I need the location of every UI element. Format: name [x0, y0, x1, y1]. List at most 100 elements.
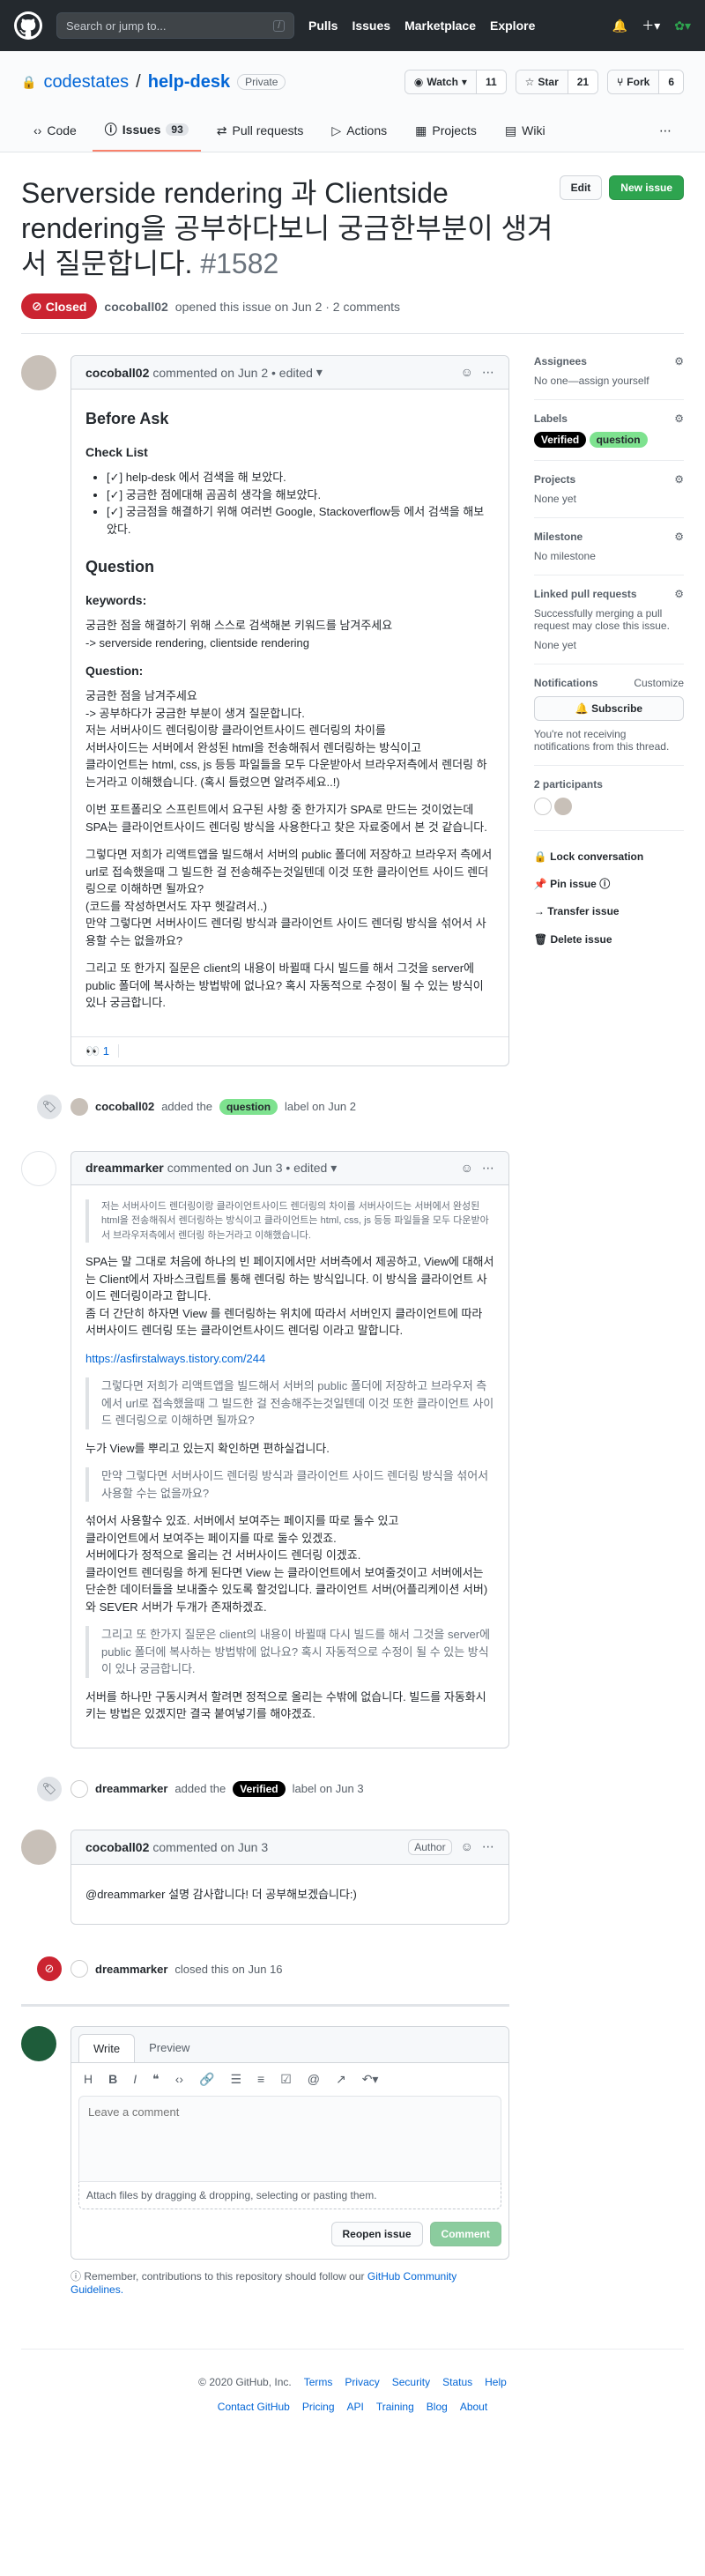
label-verified[interactable]: Verified: [533, 432, 587, 448]
avatar[interactable]: [21, 1829, 56, 1865]
tab-pull-requests[interactable]: ⇄ Pull requests: [204, 109, 316, 152]
fork-count[interactable]: 6: [659, 71, 683, 93]
avatar: [70, 1097, 88, 1116]
new-issue-button[interactable]: New issue: [609, 175, 684, 200]
avatar[interactable]: [21, 2026, 56, 2061]
nav-issues[interactable]: Issues: [352, 19, 390, 33]
reaction-eyes[interactable]: 👀 1: [85, 1043, 120, 1058]
star-button[interactable]: ☆ Star 21: [515, 70, 599, 94]
avatar[interactable]: [554, 798, 573, 815]
search-input[interactable]: Search or jump to... /: [56, 12, 294, 39]
pin-issue[interactable]: 📌 Pin issue ⓘ: [534, 871, 684, 898]
label-question[interactable]: question: [219, 1098, 278, 1115]
event-actor[interactable]: cocoball02: [95, 1100, 154, 1113]
footer-link[interactable]: Security: [392, 2376, 430, 2388]
kebab-icon[interactable]: ⋯: [482, 365, 494, 380]
numbered-list-icon[interactable]: ≡: [257, 2072, 264, 2087]
avatar[interactable]: [533, 798, 552, 815]
reopen-issue-button[interactable]: Reopen issue: [330, 2222, 423, 2246]
issue-author-link[interactable]: cocoball02: [104, 300, 167, 314]
tab-code[interactable]: ‹› Code: [21, 109, 89, 152]
comment-author[interactable]: cocoball02: [85, 1840, 149, 1854]
reference-icon[interactable]: ↗: [336, 2072, 346, 2087]
repo-owner-link[interactable]: codestates: [43, 72, 129, 93]
avatar[interactable]: [21, 355, 56, 390]
repo-name-link[interactable]: help-desk: [148, 72, 230, 93]
footer-link[interactable]: API: [347, 2401, 364, 2413]
footer-link[interactable]: Privacy: [345, 2376, 379, 2388]
assignees-value[interactable]: No one—assign yourself: [534, 375, 684, 387]
link-icon[interactable]: 🔗: [199, 2072, 214, 2087]
event-actor[interactable]: dreammarker: [95, 1782, 167, 1795]
tab-preview[interactable]: Preview: [135, 2034, 204, 2062]
comment-input[interactable]: [88, 2105, 492, 2119]
delete-issue[interactable]: 🗑 Delete issue: [534, 926, 684, 954]
label-question[interactable]: question: [589, 432, 648, 448]
star-count[interactable]: 21: [568, 71, 598, 93]
footer-link[interactable]: About: [460, 2401, 487, 2413]
attach-files[interactable]: Attach files by dragging & dropping, sel…: [78, 2182, 501, 2209]
tab-wiki[interactable]: ▤ Wiki: [493, 109, 558, 152]
fork-label: Fork: [627, 76, 650, 88]
watch-button[interactable]: ◉ Watch ▾ 11: [404, 70, 507, 94]
nav-explore[interactable]: Explore: [490, 19, 535, 33]
footer-link[interactable]: Help: [485, 2376, 507, 2388]
tab-projects[interactable]: ▦ Projects: [403, 109, 489, 152]
reply-icon[interactable]: ↶▾: [362, 2072, 379, 2087]
github-logo-icon[interactable]: [14, 11, 42, 40]
footer-link[interactable]: Status: [442, 2376, 472, 2388]
comment-author[interactable]: cocoball02: [85, 366, 149, 380]
footer-link[interactable]: Blog: [427, 2401, 448, 2413]
code-icon[interactable]: ‹›: [175, 2072, 183, 2087]
tab-actions[interactable]: ▷ Actions: [319, 109, 399, 152]
footer-link[interactable]: Terms: [304, 2376, 333, 2388]
label-event: 🏷 cocoball02 added the question label on…: [21, 1084, 509, 1130]
author-badge: Author: [408, 1838, 452, 1855]
customize-link[interactable]: Customize: [634, 677, 684, 689]
tasklist-icon[interactable]: ☑: [280, 2072, 292, 2087]
issue-meta-text: opened this issue on Jun 2 · 2 comments: [174, 299, 401, 314]
label-verified[interactable]: Verified: [233, 1780, 286, 1797]
comment-textarea[interactable]: [78, 2096, 501, 2182]
timeline-divider: [21, 2004, 509, 2007]
more-icon[interactable]: ⋯: [647, 109, 684, 152]
gear-icon[interactable]: ⚙: [674, 473, 684, 486]
comment-button[interactable]: Comment: [429, 2222, 501, 2246]
mention-icon[interactable]: @: [308, 2072, 320, 2087]
comment-author[interactable]: dreammarker: [85, 1161, 164, 1175]
lock-conversation[interactable]: 🔒 Lock conversation: [534, 843, 684, 871]
bullet-list-icon[interactable]: ☰: [230, 2072, 241, 2087]
fork-button[interactable]: ⑂ Fork 6: [607, 70, 684, 94]
avatar[interactable]: ✿▾: [674, 19, 691, 33]
smiley-icon[interactable]: ☺: [461, 1161, 473, 1176]
event-actor[interactable]: dreammarker: [95, 1963, 167, 1976]
reference-link[interactable]: https://asfirstalways.tistory.com/244: [85, 1352, 265, 1365]
plus-icon[interactable]: ＋▾: [642, 17, 660, 34]
transfer-issue[interactable]: → Transfer issue: [534, 898, 684, 925]
smiley-icon[interactable]: ☺: [461, 1839, 473, 1855]
gear-icon[interactable]: ⚙: [674, 412, 684, 425]
footer-link[interactable]: Contact GitHub: [218, 2401, 290, 2413]
kebab-icon[interactable]: ⋯: [482, 1161, 494, 1176]
bell-icon[interactable]: 🔔: [612, 19, 627, 33]
tab-write[interactable]: Write: [78, 2034, 136, 2062]
footer-link[interactable]: Training: [376, 2401, 414, 2413]
nav-marketplace[interactable]: Marketplace: [404, 19, 476, 33]
quote-icon[interactable]: ❝: [152, 2072, 160, 2087]
nav-pulls[interactable]: Pulls: [308, 19, 338, 33]
tab-issues[interactable]: ⓘ Issues 93: [92, 109, 201, 152]
bold-icon[interactable]: B: [108, 2072, 117, 2087]
smiley-icon[interactable]: ☺: [461, 365, 473, 380]
watch-count[interactable]: 11: [476, 71, 506, 93]
edit-button[interactable]: Edit: [559, 175, 603, 200]
italic-icon[interactable]: I: [133, 2072, 137, 2087]
subscribe-button[interactable]: 🔔 Subscribe: [533, 696, 684, 721]
gear-icon[interactable]: ⚙: [674, 531, 684, 543]
kebab-icon[interactable]: ⋯: [482, 1839, 494, 1855]
heading-icon[interactable]: H: [84, 2072, 93, 2087]
gear-icon[interactable]: ⚙: [674, 355, 684, 367]
avatar[interactable]: [21, 1150, 56, 1186]
footer-link[interactable]: Pricing: [302, 2401, 335, 2413]
gear-icon[interactable]: ⚙: [674, 588, 684, 600]
issue-title-row: Serverside rendering 과 Clientside render…: [21, 175, 684, 281]
